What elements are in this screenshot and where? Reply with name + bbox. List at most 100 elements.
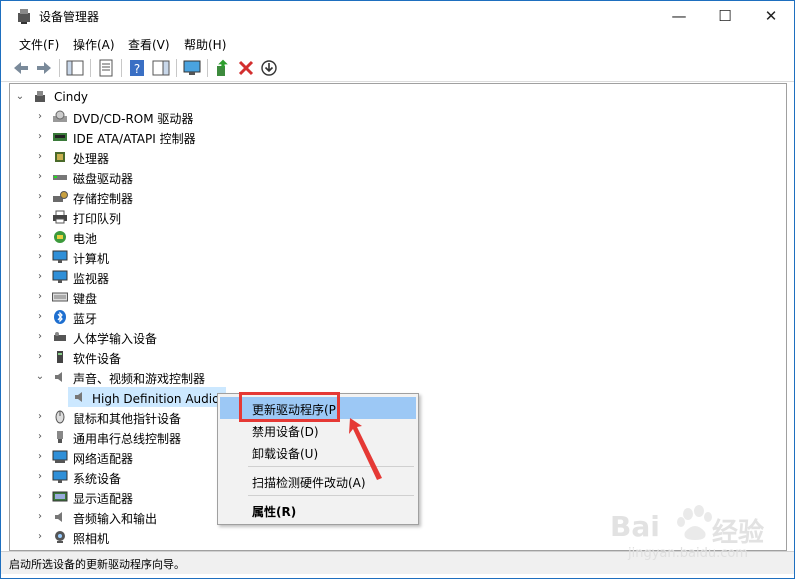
camera-icon [55, 531, 65, 543]
expand-arrow-icon[interactable]: › [34, 190, 46, 204]
processor-icon [55, 152, 65, 162]
expand-arrow-icon[interactable]: › [34, 110, 46, 124]
expand-arrow-icon[interactable]: › [34, 270, 46, 284]
tree-item-bluetooth[interactable]: › 蓝牙 [10, 307, 770, 327]
expand-arrow-icon[interactable]: › [34, 210, 46, 224]
menu-help[interactable]: 帮助(H) [184, 36, 226, 53]
menu-action[interactable]: 操作(A) [73, 36, 115, 53]
forward-icon[interactable] [34, 58, 54, 78]
annotation-highlight-box [239, 392, 340, 422]
menu-disable-device-label: 禁用设备(D) [252, 425, 319, 439]
toolbar-divider [207, 59, 208, 77]
tree-item-label: 显示适配器 [73, 492, 134, 506]
expand-arrow-icon[interactable]: › [34, 150, 46, 164]
toolbar-divider [121, 59, 122, 77]
expand-arrow-icon[interactable]: › [34, 530, 46, 544]
tree-item-disk[interactable]: › 磁盘驱动器 [10, 167, 770, 187]
tree-item-label: 蓝牙 [73, 312, 98, 326]
speaker-icon [55, 512, 62, 522]
tree-item-keyboard[interactable]: › 键盘 [10, 287, 770, 307]
close-button[interactable]: ✕ [748, 1, 794, 31]
tree-item-print-queue[interactable]: › 打印队列 [10, 207, 770, 227]
mouse-icon [55, 410, 65, 424]
tree-root-label: Cindy [54, 90, 89, 104]
tree-item-battery[interactable]: › 电池 [10, 227, 770, 247]
computer-monitor-icon [52, 250, 68, 263]
expand-arrow-icon[interactable]: › [34, 290, 46, 304]
expand-arrow-icon[interactable]: › [34, 490, 46, 504]
expand-arrow-icon[interactable]: › [34, 230, 46, 244]
expand-arrow-icon[interactable]: › [34, 430, 46, 444]
expand-arrow-icon[interactable]: › [34, 470, 46, 484]
update-driver-icon[interactable] [213, 58, 233, 78]
menu-file[interactable]: 文件(F) [19, 36, 59, 53]
minimize-button[interactable]: — [656, 1, 702, 31]
uninstall-icon[interactable] [236, 58, 256, 78]
menu-properties-label: 属性(R) [252, 505, 297, 519]
menu-properties[interactable]: 属性(R) [220, 499, 416, 521]
expand-arrow-icon[interactable]: › [34, 250, 46, 264]
speaker-icon [55, 372, 62, 382]
tree-item-storage[interactable]: › 存储控制器 [10, 187, 770, 207]
tree-item-monitor[interactable]: › 监视器 [10, 267, 770, 287]
toolbar-divider [90, 59, 91, 77]
battery-icon [54, 231, 66, 243]
watermark-brand-suffix: 经验 [712, 518, 765, 548]
tree-item-ide[interactable]: › IDE ATA/ATAPI 控制器 [10, 127, 770, 147]
tree-item-label: 键盘 [73, 292, 98, 306]
hid-device-icon [54, 332, 66, 341]
toolbar: ? [1, 55, 794, 82]
expand-arrow-icon[interactable]: › [34, 330, 46, 344]
tree-item-label: 鼠标和其他指针设备 [73, 412, 182, 426]
tree-item-label: 电池 [73, 232, 98, 246]
toolbar-divider [59, 59, 60, 77]
menu-divider [248, 495, 414, 496]
enable-device-icon[interactable] [259, 58, 279, 78]
menu-view[interactable]: 查看(V) [128, 36, 170, 53]
disk-drive-icon [53, 175, 67, 180]
tree-item-sound[interactable]: ⌄ 声音、视频和游戏控制器 [10, 367, 770, 387]
watermark-brand: Bai [610, 510, 660, 543]
speaker-icon [75, 392, 82, 402]
show-hide-console-tree-icon[interactable] [65, 58, 85, 78]
help-icon[interactable]: ? [127, 58, 147, 78]
tree-item-label: 打印队列 [73, 212, 122, 226]
expand-arrow-icon[interactable]: › [34, 310, 46, 324]
back-icon[interactable] [11, 58, 31, 78]
collapse-arrow-icon[interactable]: ⌄ [34, 370, 46, 384]
printer-icon [53, 210, 67, 224]
expand-arrow-icon[interactable]: › [34, 410, 46, 424]
toolbar-divider [176, 59, 177, 77]
ide-controller-icon [53, 133, 67, 141]
expand-arrow-icon[interactable]: › [34, 450, 46, 464]
storage-controller-icon [53, 191, 68, 202]
maximize-button[interactable]: ☐ [702, 1, 748, 31]
tree-item-label: 音频输入和输出 [73, 512, 158, 526]
title-bar: 设备管理器 — ☐ ✕ [1, 1, 794, 31]
tree-item-label: 人体学输入设备 [73, 332, 158, 346]
expand-arrow-icon[interactable]: › [34, 510, 46, 524]
collapse-arrow-icon[interactable]: ⌄ [14, 90, 26, 104]
software-device-icon [57, 351, 63, 363]
tree-root-row[interactable]: ⌄ Cindy [10, 87, 770, 107]
properties-icon[interactable] [96, 58, 116, 78]
device-manager-icon [18, 9, 30, 24]
dvd-drive-icon [53, 110, 67, 122]
tree-item-computer[interactable]: › 计算机 [10, 247, 770, 267]
tree-item-software[interactable]: › 软件设备 [10, 347, 770, 367]
tree-item-label: 监视器 [73, 272, 110, 286]
tree-item-label: DVD/CD-ROM 驱动器 [73, 112, 194, 126]
display-adapter-icon [52, 491, 68, 502]
computer-icon [35, 91, 45, 102]
tree-item-label: 网络适配器 [73, 452, 134, 466]
tree-item-dvd[interactable]: › DVD/CD-ROM 驱动器 [10, 107, 770, 127]
tree-item-processor[interactable]: › 处理器 [10, 147, 770, 167]
expand-arrow-icon[interactable]: › [34, 130, 46, 144]
action-pane-icon[interactable] [151, 58, 171, 78]
scan-hardware-icon[interactable] [182, 58, 202, 78]
tree-item-label: 磁盘驱动器 [73, 172, 134, 186]
expand-arrow-icon[interactable]: › [34, 350, 46, 364]
expand-arrow-icon[interactable]: › [34, 170, 46, 184]
tree-item-hid[interactable]: › 人体学输入设备 [10, 327, 770, 347]
network-adapter-icon [52, 450, 68, 463]
